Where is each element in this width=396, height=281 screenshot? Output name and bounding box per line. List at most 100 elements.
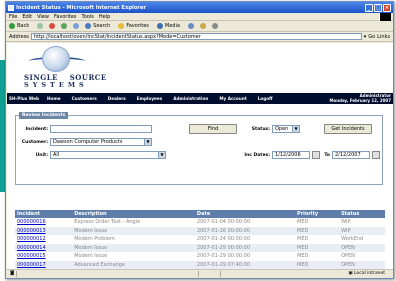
review-incidents-panel: Review Incidents Incident: Customer: Daw…: [15, 112, 383, 185]
minimize-icon[interactable]: _: [365, 3, 373, 12]
address-input[interactable]: http://localhost/oven/IncStat/IncidentSt…: [30, 33, 362, 40]
print-button[interactable]: [211, 22, 220, 30]
panel-title: Review Incidents: [19, 112, 69, 119]
history-icon: [187, 22, 194, 29]
table-header-row: Incident Description Date Priority Statu…: [15, 210, 385, 218]
status-cell: WIP: [339, 226, 385, 235]
page-content: SINGLE SOURCE SYSTEMS SH-Plus Web Home C…: [7, 43, 393, 270]
home-icon: [73, 22, 80, 29]
incident-link[interactable]: 000000017: [15, 260, 73, 269]
nav-administration[interactable]: Administration: [173, 96, 208, 101]
logo-text-line2: SYSTEMS: [24, 81, 88, 89]
col-incident[interactable]: Incident: [15, 210, 73, 218]
incident-link[interactable]: 000000014: [15, 243, 73, 252]
stop-icon: [49, 22, 56, 29]
calendar-from-icon[interactable]: [312, 151, 320, 159]
col-date[interactable]: Date: [194, 210, 296, 218]
nav-customers[interactable]: Customers: [72, 96, 97, 101]
nav-home[interactable]: Home: [47, 96, 61, 101]
description-cell: Modem Issue: [72, 226, 195, 235]
incident-link[interactable]: 000000012: [15, 235, 72, 244]
status-select[interactable]: Open ▼: [272, 125, 300, 133]
incident-input[interactable]: [50, 125, 152, 133]
menu-tools[interactable]: Tools: [82, 14, 94, 20]
find-button[interactable]: Find: [189, 124, 237, 134]
menu-help[interactable]: Help: [99, 14, 110, 20]
description-cell: Advanced Exchange: [72, 260, 195, 269]
refresh-button[interactable]: [61, 22, 69, 30]
nav-employees[interactable]: Employees: [137, 96, 162, 101]
maximize-icon[interactable]: □: [374, 3, 382, 12]
table-row: 000000017 Advanced Exchange 2007-01-29 0…: [15, 260, 385, 269]
status-cell: WIP: [341, 219, 351, 226]
forward-button[interactable]: [37, 22, 45, 30]
refresh-icon: [61, 22, 68, 29]
home-button[interactable]: [73, 22, 81, 30]
incident-link[interactable]: 000000016: [15, 218, 72, 227]
date-cell: 2007-01-29 07:40:00: [194, 260, 296, 269]
customer-select[interactable]: Dawson Computer Products ▼: [50, 138, 152, 146]
unit-label: Unit:: [35, 153, 48, 158]
title-bar: Incident Status - Microsoft Internet Exp…: [6, 2, 393, 13]
to-label: To: [324, 153, 330, 158]
incident-link[interactable]: 000000015: [15, 252, 72, 261]
menu-view[interactable]: View: [37, 14, 49, 20]
status-cell: OPEN: [339, 260, 385, 269]
date-to-input[interactable]: 2/12/2007: [332, 151, 370, 159]
stop-button[interactable]: [49, 22, 57, 30]
back-button[interactable]: Back: [9, 22, 33, 29]
history-button[interactable]: [187, 22, 196, 30]
date-cell: 2007-01-29 00:00:00: [196, 253, 251, 260]
windows-logo-icon: [379, 13, 391, 21]
forward-arrow-icon: [37, 22, 44, 29]
status-cell: OPEN: [341, 253, 355, 260]
menu-edit[interactable]: Edit: [22, 14, 32, 20]
site-navbar: SH-Plus Web Home Customers Dealers Emplo…: [7, 93, 393, 104]
table-row: 000000012 Modem Problem 2007-01-24 00:00…: [15, 235, 385, 244]
window-title: Incident Status - Microsoft Internet Exp…: [16, 4, 147, 11]
menu-favorites[interactable]: Favorites: [54, 14, 77, 20]
inc-dates-label: Inc Dates:: [244, 153, 270, 158]
globe-logo-icon: [42, 46, 70, 72]
nav-user-date: Administrator Monday, February 12, 2007: [330, 93, 391, 103]
date-cell: 2007-01-04 00:00:00: [196, 219, 251, 226]
back-arrow-icon: [9, 22, 15, 29]
media-button[interactable]: Media: [156, 22, 184, 29]
close-icon[interactable]: ×: [383, 3, 391, 12]
date-from-input[interactable]: 1/12/2006: [272, 151, 310, 159]
nav-logoff[interactable]: Logoff: [258, 96, 273, 101]
go-button[interactable]: Go: [368, 34, 375, 40]
nav-my-account[interactable]: My Account: [219, 96, 246, 101]
col-description[interactable]: Description: [72, 210, 195, 218]
col-status[interactable]: Status: [339, 210, 385, 218]
table-row: 000000013 Modem Issue 2007-01-16 00:00:0…: [15, 226, 385, 235]
media-icon: [156, 22, 163, 29]
date-cell: 2007-01-29 00:00:00: [194, 243, 296, 252]
nav-dealers[interactable]: Dealers: [108, 96, 126, 101]
menu-file[interactable]: File: [9, 14, 17, 20]
favorites-button[interactable]: Favorites: [118, 22, 153, 29]
search-button[interactable]: Search: [85, 22, 114, 29]
unit-select[interactable]: All ▼: [50, 151, 166, 159]
chevron-down-icon: ▼: [292, 126, 299, 132]
status-cell: WorkEnd: [341, 236, 364, 243]
browser-window: Incident Status - Microsoft Internet Exp…: [5, 1, 394, 279]
site-header: SINGLE SOURCE SYSTEMS: [7, 43, 393, 93]
incident-label: Incident:: [25, 127, 48, 132]
chevron-down-icon: ▼: [158, 152, 165, 158]
nav-brand: SH-Plus Web: [9, 96, 40, 101]
chevron-down-icon: ▼: [144, 139, 151, 145]
incident-link[interactable]: 000000013: [15, 226, 73, 235]
mail-button[interactable]: [199, 22, 208, 30]
table-row: 000000014 Modem Issue 2007-01-29 00:00:0…: [15, 243, 385, 252]
calendar-to-icon[interactable]: [372, 151, 380, 159]
col-priority[interactable]: Priority: [295, 210, 340, 218]
address-dropdown-icon[interactable]: ▾: [364, 34, 367, 40]
address-label: Address: [9, 33, 29, 40]
description-cell: Modem Issue: [72, 243, 195, 252]
get-incidents-button[interactable]: Get Incidents: [324, 124, 372, 134]
description-cell: Modem Issue: [74, 253, 108, 260]
status-bar: ◙ ▣ Local intranet: [7, 269, 393, 277]
links-button[interactable]: Links: [377, 34, 390, 40]
mail-icon: [199, 22, 206, 29]
